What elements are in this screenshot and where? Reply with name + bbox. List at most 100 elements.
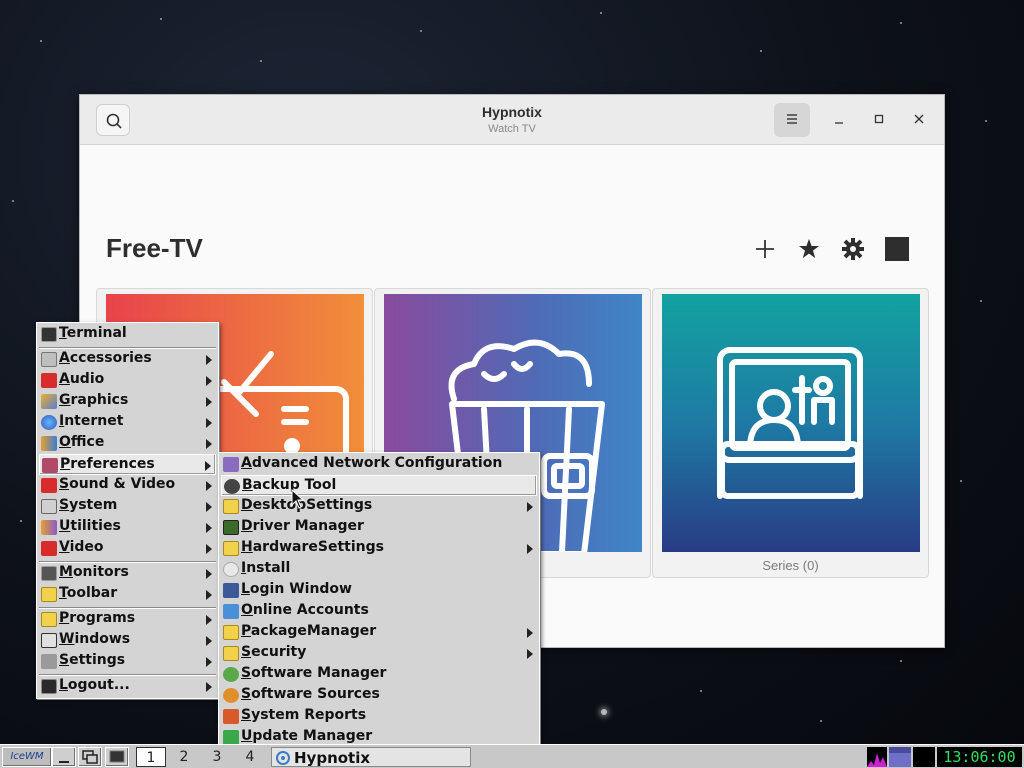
gear-icon [842,238,864,260]
preferences-button[interactable] [840,236,866,262]
series-card-label: Series (0) [762,558,819,573]
minimize-all-icon [59,761,69,763]
provider-title: Free-TV [106,233,203,263]
network-monitor[interactable] [913,747,935,767]
maximize-icon [874,114,884,124]
update-icon [223,730,239,745]
workspace-2[interactable]: 2 [169,747,199,767]
menu-item-driver-manager[interactable]: Driver Manager [221,517,537,538]
main-menu-button[interactable] [774,103,810,137]
close-button[interactable] [907,107,931,131]
network-graph-icon [913,747,935,767]
monitors-icon [41,566,57,581]
terminal-icon [41,327,57,342]
reports-icon [223,709,239,724]
menu-item-programs[interactable]: Programs [39,609,216,630]
memory-graph-icon [889,747,911,753]
sources-icon [223,688,239,703]
folder-icon [223,625,239,640]
task-label: Hypnotix [294,749,371,767]
preferences-submenu: Advanced Network Configuration Backup To… [218,452,540,750]
video-icon [41,541,57,556]
plus-icon [756,240,774,258]
menu-item-online-accounts[interactable]: Online Accounts [221,601,537,622]
series-icon [717,347,863,499]
hypnotix-icon [276,751,290,765]
desktop-menu: Terminal Accessories Audio Graphics Inte… [36,322,219,699]
terminal-launcher[interactable] [105,747,129,767]
menu-item-preferences[interactable]: Preferences [39,454,216,475]
menu-item-graphics[interactable]: Graphics [39,391,216,412]
menu-item-security[interactable]: Security [221,643,537,664]
workspace-4[interactable]: 4 [235,747,265,767]
menu-item-windows[interactable]: Windows [39,630,216,651]
add-button[interactable] [752,236,778,262]
network-icon [223,457,239,472]
internet-icon [41,415,57,430]
menu-item-sound-video[interactable]: Sound & Video [39,475,216,496]
system-icon [41,499,57,514]
menu-item-hardware-settings[interactable]: HardwareSettings [221,538,537,559]
menu-item-office[interactable]: Office [39,433,216,454]
fullscreen-button[interactable] [884,236,910,262]
menu-item-accessories[interactable]: Accessories [39,349,216,370]
login-icon [223,583,239,598]
menu-item-logout[interactable]: Logout... [39,676,216,697]
star-icon [799,239,819,258]
menu-item-install[interactable]: Install [221,559,537,580]
cpu-monitor[interactable] [867,747,887,767]
cpu-graph-icon [867,753,887,767]
start-menu-button[interactable]: IceWM [2,747,52,767]
terminal-icon [109,750,125,763]
menu-item-audio[interactable]: Audio [39,370,216,391]
settings-icon [41,654,57,669]
preferences-icon [42,458,58,473]
accessories-icon [41,352,57,367]
header-bar: Hypnotix Watch TV [80,95,944,145]
menu-item-advanced-network[interactable]: Advanced Network Configuration [221,454,537,475]
workspace-3[interactable]: 3 [202,747,232,767]
graphics-icon [41,394,57,409]
menu-item-utilities[interactable]: Utilities [39,517,216,538]
minimize-button[interactable] [827,107,851,131]
show-desktop-button[interactable] [52,747,76,767]
memory-monitor[interactable] [889,747,911,767]
menu-item-terminal[interactable]: Terminal [39,324,216,345]
menu-item-software-sources[interactable]: Software Sources [221,685,537,706]
hamburger-icon [787,114,797,124]
window-list-icon [82,750,98,764]
office-icon [41,436,57,451]
window-subtitle: Watch TV [488,123,536,135]
window-title: Hypnotix [482,104,542,120]
menu-item-monitors[interactable]: Monitors [39,563,216,584]
install-icon [223,562,239,577]
menu-item-login-window[interactable]: Login Window [221,580,537,601]
sound-video-icon [41,478,57,493]
menu-item-video[interactable]: Video [39,538,216,559]
maximize-button[interactable] [867,107,891,131]
accounts-icon [223,604,239,619]
menu-item-system-reports[interactable]: System Reports [221,706,537,727]
logout-icon [41,679,57,694]
window-list-button[interactable] [78,747,102,767]
folder-icon [223,499,239,514]
menu-item-software-manager[interactable]: Software Manager [221,664,537,685]
menu-item-settings[interactable]: Settings [39,651,216,672]
workspace-1[interactable]: 1 [136,747,166,767]
menu-item-system[interactable]: System [39,496,216,517]
series-artwork [662,294,920,552]
windows-icon [41,633,57,648]
audio-icon [41,373,57,388]
menu-item-backup-tool[interactable]: Backup Tool [221,475,537,496]
menu-item-package-manager[interactable]: PackageManager [221,622,537,643]
folder-icon [223,646,239,661]
clock[interactable]: 13:06:00 [937,747,1022,767]
fullscreen-icon [885,237,909,261]
favorites-button[interactable] [796,236,822,262]
series-card[interactable]: Series (0) [652,288,929,578]
menu-item-toolbar[interactable]: Toolbar [39,584,216,605]
menu-item-internet[interactable]: Internet [39,412,216,433]
task-hypnotix[interactable]: Hypnotix [271,747,471,767]
close-icon [914,114,924,124]
menu-item-desktop-settings[interactable]: DesktopSettings [221,496,537,517]
